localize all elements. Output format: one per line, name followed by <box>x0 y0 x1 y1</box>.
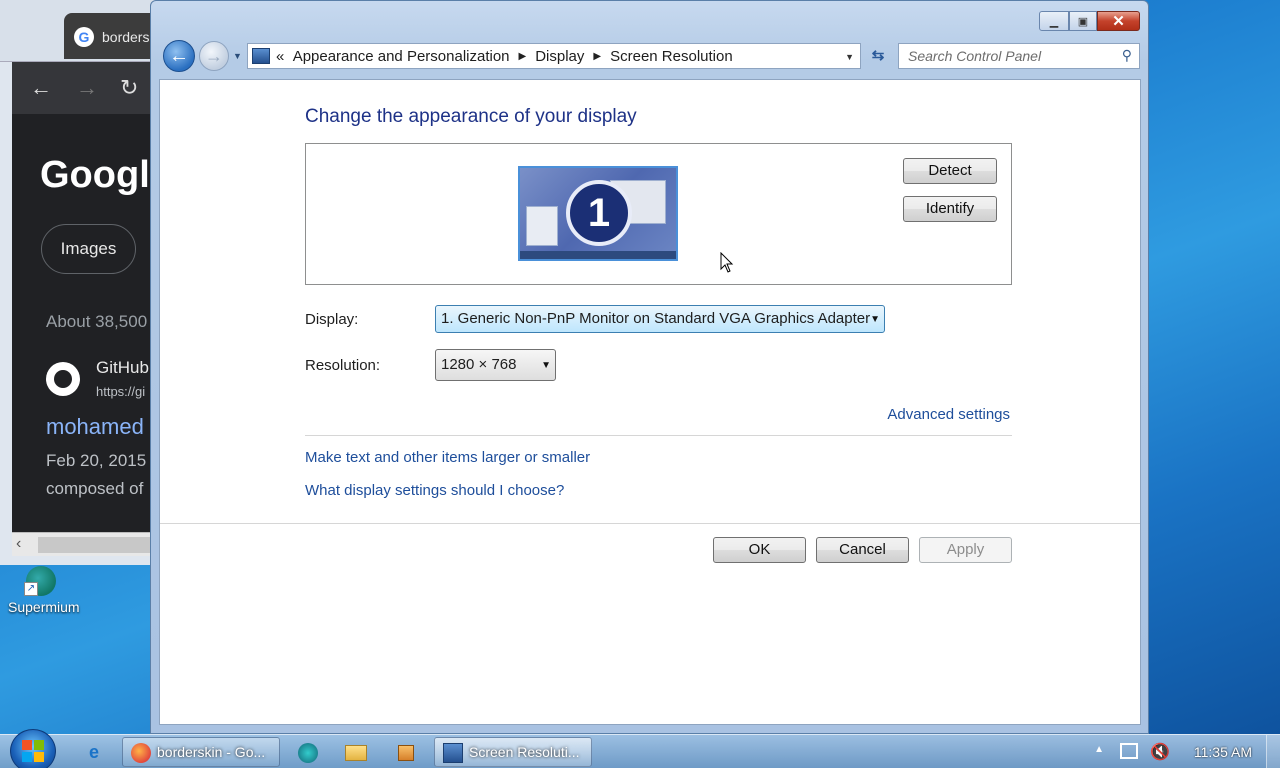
caption-buttons: ▁ ▣ ✕ <box>1039 11 1140 31</box>
mouse-cursor-icon <box>720 251 734 277</box>
forward-button[interactable]: → <box>199 41 229 71</box>
monitor-arrangement-area: 1 Detect Identify <box>305 143 1012 285</box>
scrollbar-thumb[interactable] <box>38 537 158 553</box>
cancel-button[interactable]: Cancel <box>816 537 909 563</box>
page-title: Change the appearance of your display <box>305 106 637 127</box>
breadcrumb-separator-icon[interactable]: ▶ <box>519 51 527 62</box>
breadcrumb-appearance[interactable]: Appearance and Personalization <box>293 48 510 65</box>
display-select-value: 1. Generic Non-PnP Monitor on Standard V… <box>441 310 871 327</box>
file-explorer-icon[interactable] <box>334 738 378 766</box>
maximize-icon: ▣ <box>1077 15 1089 28</box>
display-help-link[interactable]: What display settings should I choose? <box>305 482 564 499</box>
address-bar[interactable]: « Appearance and Personalization ▶ Displ… <box>247 43 861 69</box>
search-input[interactable]: Search Control Panel ⚲ <box>898 43 1140 69</box>
desktop-icon-label: Supermium <box>8 599 80 615</box>
screen-resolution-window: ▁ ▣ ✕ ← → ▼ « Appearance and Personaliza… <box>150 0 1149 734</box>
detect-button[interactable]: Detect <box>903 158 997 184</box>
thumbnail-taskbar <box>520 251 676 259</box>
back-button[interactable]: ← <box>163 40 195 72</box>
control-panel-icon <box>443 743 463 763</box>
recent-pages-dropdown[interactable]: ▼ <box>233 51 242 61</box>
volume-muted-icon[interactable]: 🔇 <box>1150 742 1170 762</box>
refresh-button[interactable]: ⇆ <box>865 43 891 69</box>
identify-button[interactable]: Identify <box>903 196 997 222</box>
browser-page: ← → ↻ Google Images About 38,500 GitHub … <box>12 62 160 532</box>
search-placeholder: Search Control Panel <box>908 48 1042 64</box>
footer-divider <box>160 523 1140 524</box>
chevron-down-icon: ▼ <box>870 314 880 325</box>
supermium-icon: ↗ <box>24 566 56 596</box>
firefox-icon <box>131 743 151 763</box>
browser-tab-title: borders <box>102 29 150 45</box>
display-label: Display: <box>305 311 359 328</box>
windows-logo-icon <box>22 740 44 762</box>
monitor-1-thumbnail[interactable]: 1 <box>518 166 678 261</box>
show-desktop-button[interactable] <box>1266 735 1280 768</box>
breadcrumb-prefix[interactable]: « <box>276 48 284 65</box>
taskbar-item-label: borderskin - Go... <box>157 744 266 760</box>
refresh-icon: ⇆ <box>871 47 885 64</box>
show-hidden-icons-icon[interactable]: ▲ <box>1094 744 1104 755</box>
display-select[interactable]: 1. Generic Non-PnP Monitor on Standard V… <box>435 305 885 333</box>
close-icon: ✕ <box>1112 13 1125 30</box>
minimize-icon: ▁ <box>1049 15 1059 28</box>
github-icon <box>46 362 80 396</box>
result-site-name: GitHub <box>96 358 149 377</box>
result-description: composed of <box>46 479 144 498</box>
maximize-button[interactable]: ▣ <box>1069 11 1097 31</box>
taskbar: e borderskin - Go... Screen Resoluti... … <box>0 729 1280 768</box>
network-icon[interactable] <box>1120 743 1138 759</box>
result-title-link[interactable]: mohamed <box>46 414 144 440</box>
results-count: About 38,500 <box>46 312 148 331</box>
background-browser-window[interactable]: G borders ← → ↻ Google Images About 38,5… <box>0 0 164 565</box>
resolution-select-value: 1280 × 768 <box>441 356 517 373</box>
breadcrumb-display[interactable]: Display <box>535 48 584 65</box>
content-pane: Change the appearance of your display 1 … <box>159 79 1141 725</box>
ok-button[interactable]: OK <box>713 537 806 563</box>
close-button[interactable]: ✕ <box>1097 11 1140 31</box>
desktop-icon-supermium[interactable]: ↗ Supermium <box>8 566 88 615</box>
shortcut-arrow-icon: ↗ <box>24 582 38 596</box>
taskbar-item-screen-resolution[interactable]: Screen Resoluti... <box>434 737 592 767</box>
advanced-settings-link[interactable]: Advanced settings <box>887 406 1010 423</box>
reload-icon[interactable]: ↻ <box>120 75 138 101</box>
minimize-button[interactable]: ▁ <box>1039 11 1069 31</box>
browser-toolbar: ← → ↻ <box>12 62 160 114</box>
supermium-taskbar-icon[interactable] <box>286 738 330 766</box>
google-favicon-icon: G <box>74 27 94 47</box>
scroll-left-icon[interactable]: ‹ <box>16 535 21 553</box>
breadcrumb-screen-resolution[interactable]: Screen Resolution <box>610 48 733 65</box>
google-logo: Google <box>40 154 160 196</box>
divider <box>305 435 1012 436</box>
media-player-icon[interactable] <box>384 738 428 766</box>
monitor-number-badge: 1 <box>566 180 632 246</box>
images-filter-pill[interactable]: Images <box>41 224 136 274</box>
search-icon[interactable]: ⚲ <box>1122 47 1132 64</box>
forward-arrow-icon: → <box>205 46 223 66</box>
thumbnail-window <box>526 206 558 246</box>
navigation-bar: ← → ▼ « Appearance and Personalization ▶… <box>161 39 1141 75</box>
taskbar-clock[interactable]: 11:35 AM <box>1194 744 1252 760</box>
chevron-down-icon: ▼ <box>541 360 551 371</box>
control-panel-icon <box>252 48 270 64</box>
text-size-link[interactable]: Make text and other items larger or smal… <box>305 449 590 466</box>
result-date: Feb 20, 2015 <box>46 451 147 470</box>
browser-tab[interactable]: G borders <box>64 13 164 59</box>
result-url: https://gi <box>96 384 146 399</box>
back-arrow-icon: ← <box>169 45 189 67</box>
resolution-label: Resolution: <box>305 357 381 374</box>
apply-button[interactable]: Apply <box>919 537 1012 563</box>
forward-icon[interactable]: → <box>76 75 98 101</box>
start-button[interactable] <box>10 729 56 768</box>
resolution-select[interactable]: 1280 × 768 ▼ <box>435 349 556 381</box>
address-dropdown-icon[interactable]: ▼ <box>845 52 854 62</box>
breadcrumb-separator-icon[interactable]: ▶ <box>593 51 601 62</box>
taskbar-item-label: Screen Resoluti... <box>469 744 580 760</box>
taskbar-item-browser[interactable]: borderskin - Go... <box>122 737 280 767</box>
internet-explorer-icon[interactable]: e <box>72 738 116 766</box>
back-icon[interactable]: ← <box>30 75 52 101</box>
horizontal-scrollbar[interactable]: ‹ <box>12 532 160 556</box>
